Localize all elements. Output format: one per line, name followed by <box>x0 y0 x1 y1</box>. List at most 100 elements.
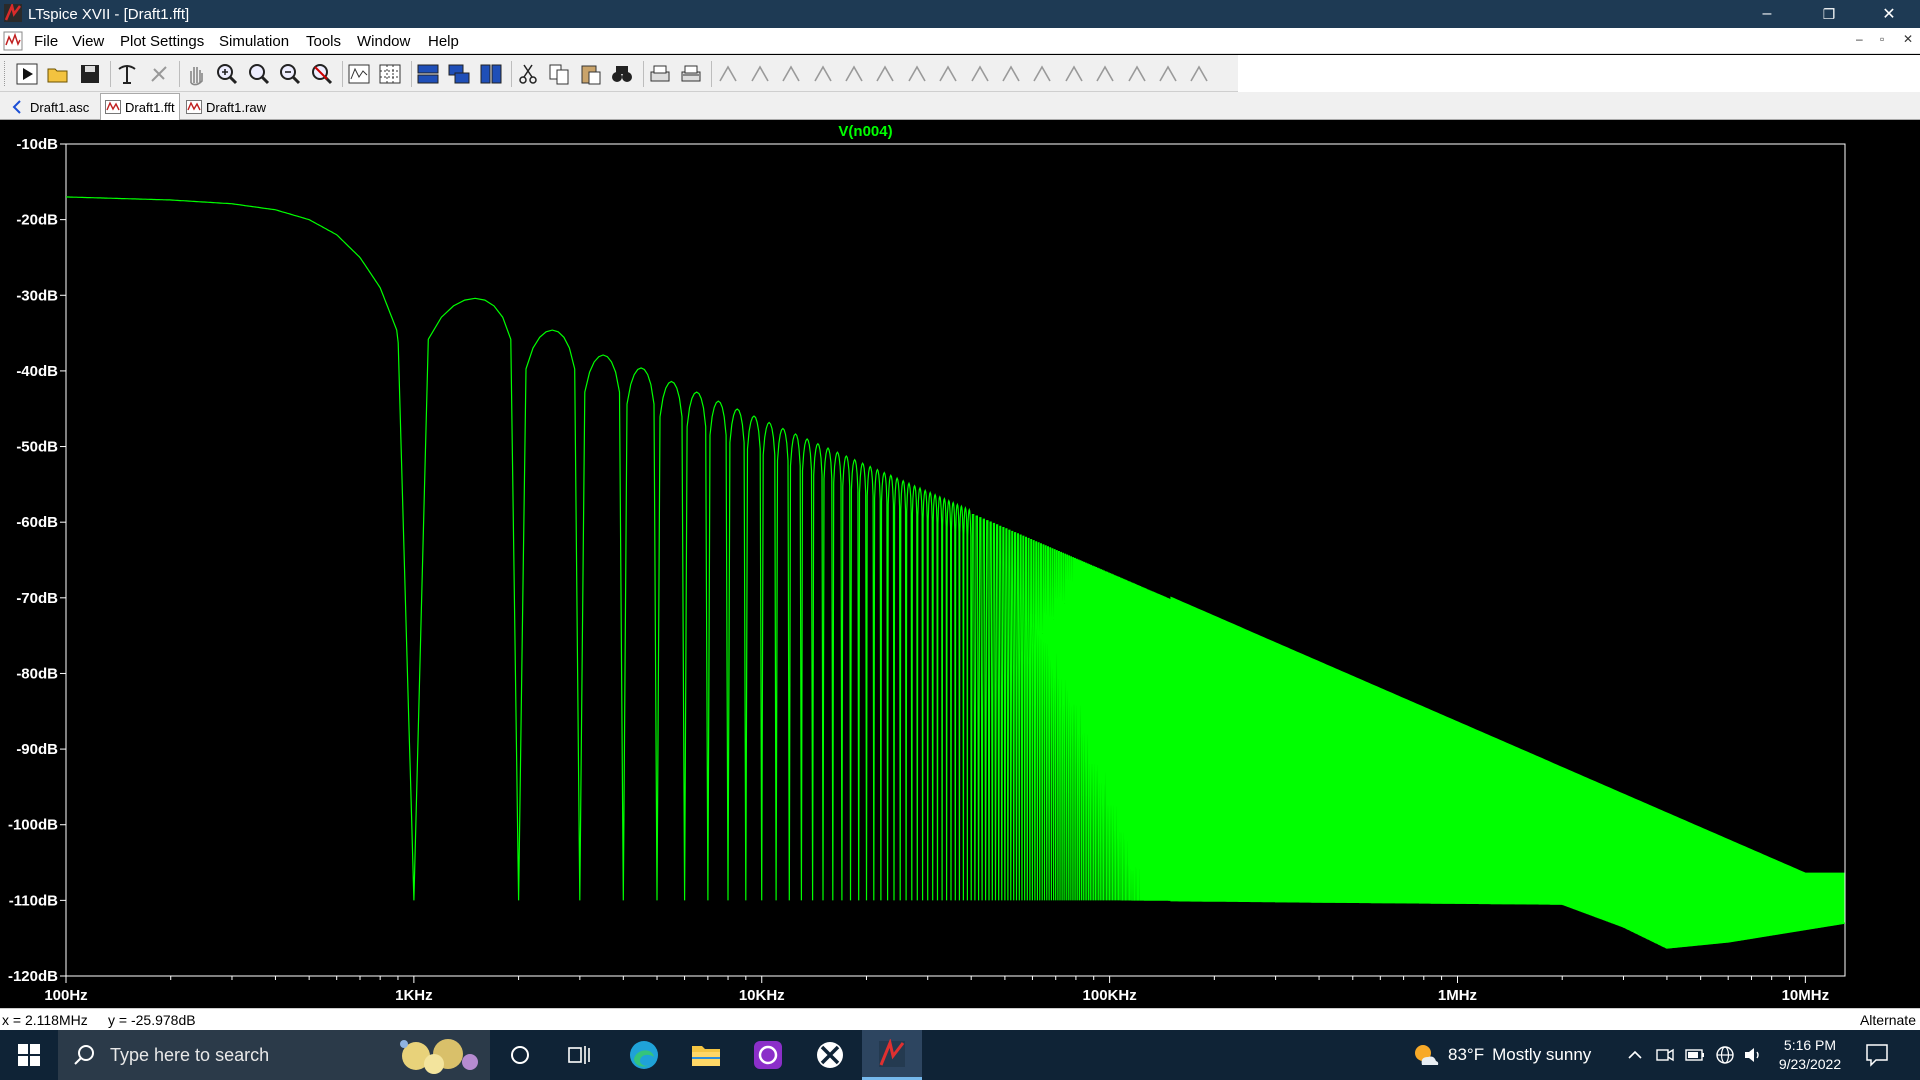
cut-icon[interactable] <box>515 61 541 87</box>
battery-icon[interactable] <box>1684 1044 1706 1066</box>
capacitor-icon[interactable] <box>841 61 867 87</box>
tab-label: Draft1.fft <box>125 99 175 115</box>
minimize-button[interactable]: – <box>1744 0 1790 28</box>
inductor-icon[interactable] <box>872 61 898 87</box>
diode-icon[interactable] <box>904 61 930 87</box>
menu-simulation[interactable]: Simulation <box>219 33 289 50</box>
mdi-restore-button[interactable]: ▫ <box>1880 32 1884 46</box>
window-title: LTspice XVII - [Draft1.fft] <box>28 6 190 23</box>
spice-directive-icon[interactable] <box>1186 61 1212 87</box>
zoom-out-icon[interactable] <box>277 61 303 87</box>
undo-icon[interactable] <box>1029 61 1055 87</box>
schematic-icon <box>12 100 21 114</box>
menu-window[interactable]: Window <box>357 33 410 50</box>
tile-horizontal-icon[interactable] <box>415 61 441 87</box>
y-tick-label: -100dB <box>8 817 58 834</box>
open-icon[interactable] <box>45 61 71 87</box>
ltspice-taskbar-button[interactable] <box>862 1030 922 1080</box>
tab-draft1-fft[interactable]: Draft1.fft <box>100 93 180 120</box>
move-icon[interactable] <box>967 61 993 87</box>
control-panel-icon[interactable] <box>114 61 140 87</box>
tile-vertical-icon[interactable] <box>478 61 504 87</box>
weather-widget[interactable]: 83°F Mostly sunny <box>1412 1030 1591 1080</box>
document-waveform-icon[interactable] <box>3 31 23 51</box>
menu-file[interactable]: File <box>34 33 58 50</box>
toolbar-separator <box>410 61 412 87</box>
y-tick-label: -30dB <box>16 287 58 304</box>
wire-icon[interactable] <box>715 61 741 87</box>
search-highlight-illustration-icon <box>400 1039 478 1074</box>
grid-icon[interactable] <box>377 61 403 87</box>
print-preview-icon[interactable] <box>678 61 704 87</box>
file-explorer-taskbar-button[interactable] <box>678 1030 734 1080</box>
close-button[interactable]: ✕ <box>1866 0 1912 28</box>
waveform-icon <box>105 100 121 114</box>
document-tab-strip: Draft1.asc Draft1.fft Draft1.raw <box>0 92 1920 120</box>
mdi-minimize-button[interactable]: – <box>1856 32 1863 46</box>
restore-button[interactable]: ❐ <box>1806 0 1852 28</box>
network-globe-icon[interactable] <box>1714 1044 1736 1066</box>
menu-plot-settings[interactable]: Plot Settings <box>120 33 204 50</box>
cascade-icon[interactable] <box>446 61 472 87</box>
paste-icon[interactable] <box>578 61 604 87</box>
waveform-icon <box>186 100 202 114</box>
cursor-x-readout: x = 2.118MHz <box>2 1012 88 1028</box>
fft-plot[interactable]: V(n004) -10dB -20dB -30dB -40dB -50dB -60dB -70… <box>0 120 1920 1010</box>
x-tick-label: 100Hz <box>44 987 87 1004</box>
menu-view[interactable]: View <box>72 33 104 50</box>
notification-center-icon[interactable] <box>1864 1042 1890 1068</box>
pan-icon[interactable] <box>183 61 209 87</box>
ground-icon[interactable] <box>747 61 773 87</box>
menu-tools[interactable]: Tools <box>306 33 341 50</box>
menu-bar: File View Plot Settings Simulation Tools… <box>0 28 1920 54</box>
edge-taskbar-button[interactable] <box>616 1030 672 1080</box>
text-icon[interactable] <box>1155 61 1181 87</box>
y-tick-label: -120dB <box>8 968 58 985</box>
tab-draft1-raw[interactable]: Draft1.raw <box>182 95 270 119</box>
save-icon[interactable] <box>77 61 103 87</box>
toolbar-separator <box>642 61 644 87</box>
zoom-area-icon[interactable] <box>246 61 272 87</box>
y-tick-label: -80dB <box>16 665 58 682</box>
zoom-fit-icon[interactable] <box>309 61 335 87</box>
resistor-icon[interactable] <box>810 61 836 87</box>
partly-sunny-icon <box>1415 1045 1439 1065</box>
find-icon[interactable] <box>609 61 635 87</box>
search-icon <box>74 1045 94 1065</box>
copy-icon[interactable] <box>546 61 572 87</box>
autorange-icon[interactable] <box>346 61 372 87</box>
display-mode-label: Alternate <box>1859 1012 1916 1028</box>
component-icon[interactable] <box>935 61 961 87</box>
mirror-icon[interactable] <box>1124 61 1150 87</box>
toolbar-empty-area <box>1238 55 1920 92</box>
menu-help[interactable]: Help <box>428 33 459 50</box>
status-bar: x = 2.118MHz y = -25.978dB Alternate <box>0 1008 1920 1030</box>
tab-draft1-asc[interactable]: Draft1.asc <box>6 95 93 119</box>
app-taskbar-button[interactable] <box>740 1030 796 1080</box>
label-icon[interactable] <box>778 61 804 87</box>
halt-icon[interactable] <box>146 61 172 87</box>
windows-taskbar: Type here to search 83°F Mostly sunny 5:… <box>0 1030 1920 1080</box>
toolbar-grip[interactable] <box>4 61 7 86</box>
volume-icon[interactable] <box>1742 1044 1764 1066</box>
start-button[interactable] <box>0 1030 58 1080</box>
system-clock[interactable]: 5:16 PM 9/23/2022 <box>1770 1036 1850 1074</box>
cortana-button[interactable] <box>492 1030 548 1080</box>
run-icon[interactable] <box>14 61 40 87</box>
chevron-up-icon[interactable] <box>1624 1044 1646 1066</box>
search-placeholder: Type here to search <box>110 1044 270 1065</box>
zoom-in-icon[interactable] <box>214 61 240 87</box>
xbox-taskbar-button[interactable] <box>802 1030 858 1080</box>
rotate-icon[interactable] <box>1092 61 1118 87</box>
redo-icon[interactable] <box>1061 61 1087 87</box>
taskbar-search-box[interactable]: Type here to search <box>58 1030 490 1080</box>
drag-icon[interactable] <box>998 61 1024 87</box>
meet-now-icon[interactable] <box>1654 1044 1676 1066</box>
task-view-button[interactable] <box>552 1030 608 1080</box>
xbox-icon <box>817 1042 843 1068</box>
mdi-close-button[interactable]: ✕ <box>1903 32 1913 46</box>
fft-trace-dense-band <box>1170 596 1845 949</box>
print-icon[interactable] <box>647 61 673 87</box>
waveform-plot-pane[interactable]: V(n004) -10dB -20dB -30dB -40dB -50dB -60dB -70… <box>0 120 1920 1010</box>
y-tick-label: -40dB <box>16 363 58 380</box>
